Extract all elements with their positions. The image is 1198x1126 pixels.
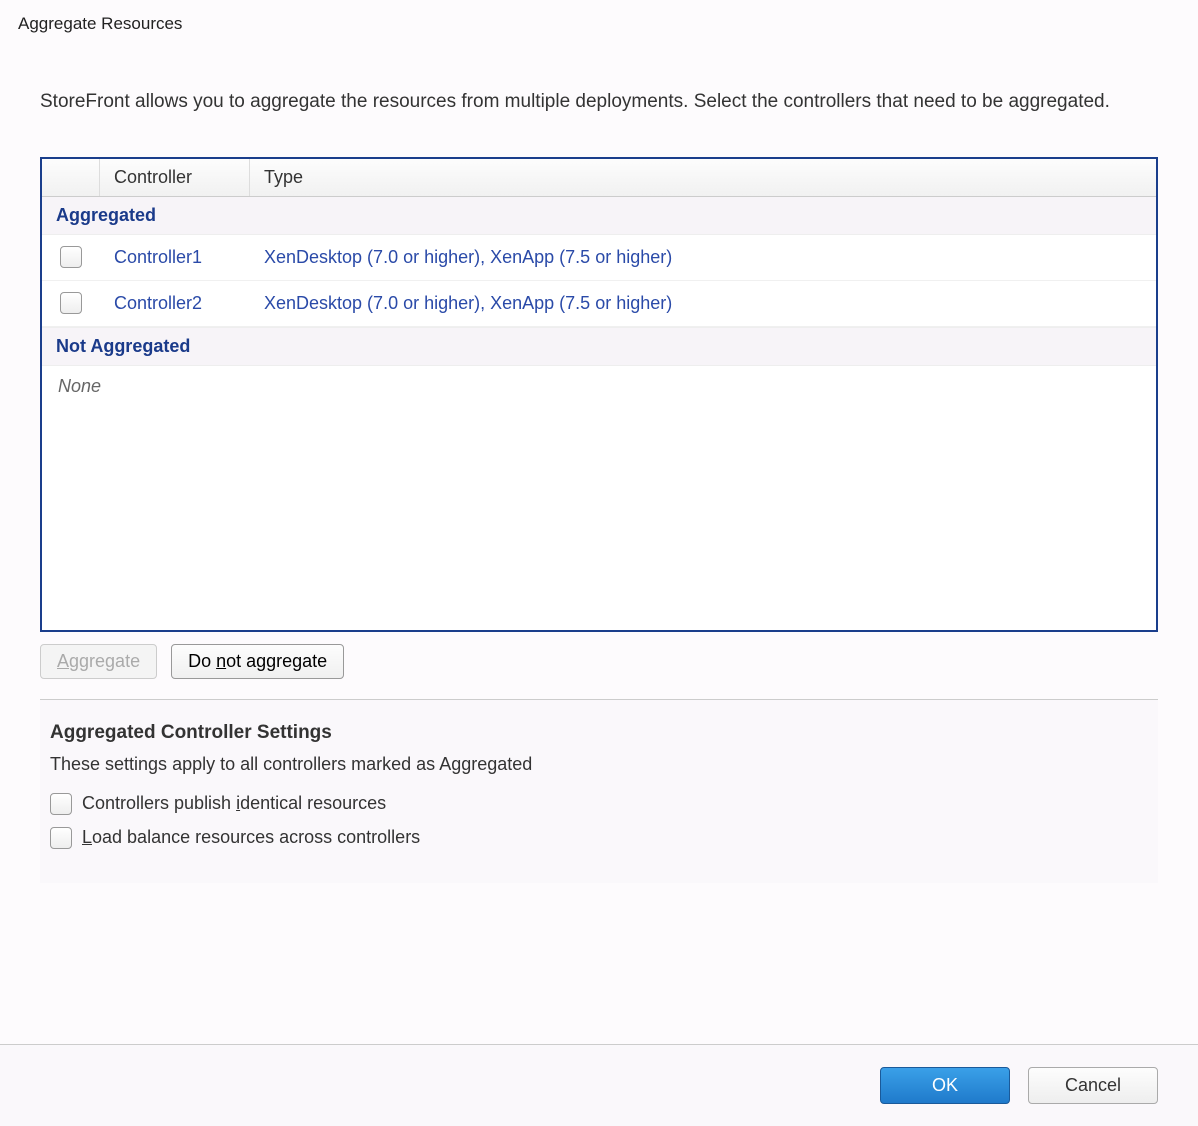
action-buttons: Aggregate Do not aggregate [40, 644, 1158, 679]
setting-label: Load balance resources across controller… [82, 827, 420, 848]
row-type: XenDesktop (7.0 or higher), XenApp (7.5 … [250, 247, 1156, 268]
checkbox-icon[interactable] [60, 246, 82, 268]
settings-description: These settings apply to all controllers … [50, 754, 1148, 775]
settings-title: Aggregated Controller Settings [50, 722, 1148, 744]
ok-button[interactable]: OK [880, 1067, 1010, 1104]
table-header: Controller Type [42, 159, 1156, 197]
setting-label: Controllers publish identical resources [82, 793, 386, 814]
checkbox-icon[interactable] [50, 827, 72, 849]
do-not-aggregate-button[interactable]: Do not aggregate [171, 644, 344, 679]
aggregate-button: Aggregate [40, 644, 157, 679]
controllers-table: Controller Type Aggregated Controller1 X… [40, 157, 1158, 632]
row-controller: Controller2 [100, 293, 250, 314]
row-controller: Controller1 [100, 247, 250, 268]
dialog-description: StoreFront allows you to aggregate the r… [40, 88, 1158, 117]
column-header-controller: Controller [100, 159, 250, 196]
row-checkbox-cell [42, 292, 100, 314]
setting-load-balance[interactable]: Load balance resources across controller… [50, 827, 1148, 849]
dialog-title: Aggregate Resources [0, 0, 1198, 48]
group-not-aggregated: Not Aggregated [42, 327, 1156, 366]
table-row[interactable]: Controller1 XenDesktop (7.0 or higher), … [42, 235, 1156, 281]
row-checkbox-cell [42, 246, 100, 268]
cancel-button[interactable]: Cancel [1028, 1067, 1158, 1104]
checkbox-icon[interactable] [60, 292, 82, 314]
group-aggregated: Aggregated [42, 197, 1156, 235]
column-header-checkbox [42, 159, 100, 196]
setting-identical-resources[interactable]: Controllers publish identical resources [50, 793, 1148, 815]
none-label: None [42, 366, 1156, 407]
column-header-type: Type [250, 159, 1156, 196]
dialog-content: StoreFront allows you to aggregate the r… [0, 48, 1198, 883]
aggregated-settings-section: Aggregated Controller Settings These set… [40, 699, 1158, 883]
dialog-footer: OK Cancel [0, 1044, 1198, 1126]
table-row[interactable]: Controller2 XenDesktop (7.0 or higher), … [42, 281, 1156, 327]
checkbox-icon[interactable] [50, 793, 72, 815]
row-type: XenDesktop (7.0 or higher), XenApp (7.5 … [250, 293, 1156, 314]
